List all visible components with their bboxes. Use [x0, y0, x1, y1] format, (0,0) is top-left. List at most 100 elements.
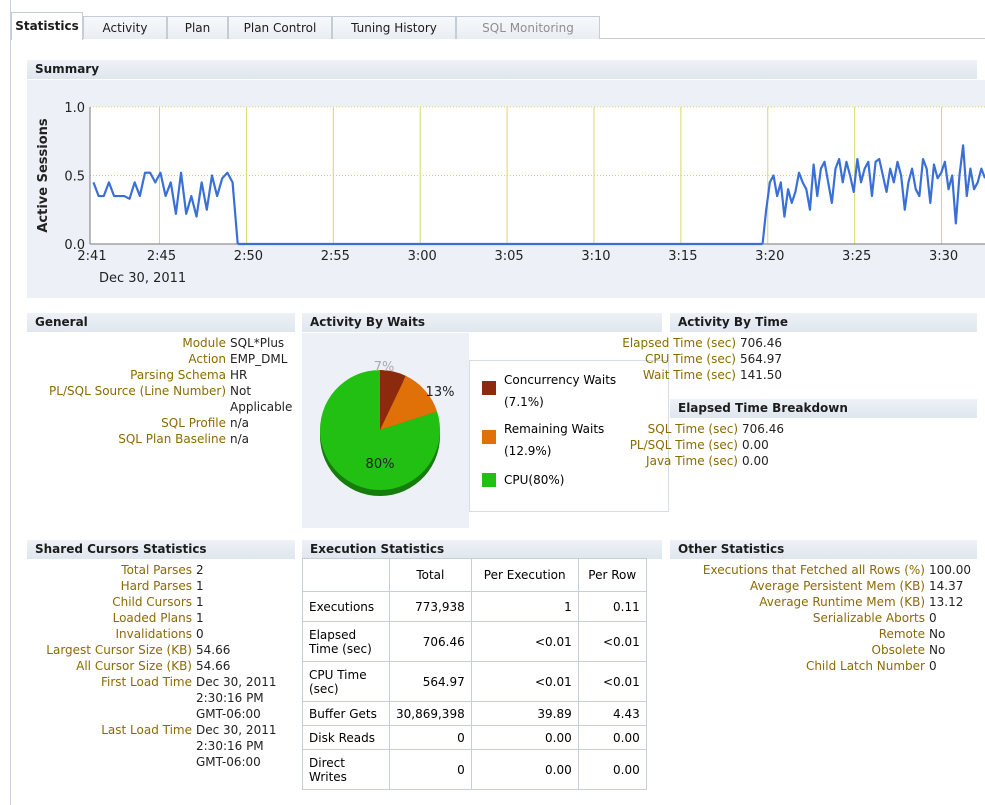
stat-label: Obsolete: [871, 643, 925, 657]
stat-value: 706.46: [740, 336, 782, 350]
stat-value: 54.66: [196, 659, 231, 673]
stat-value: 14.37: [929, 579, 964, 593]
table-row: Direct Writes 0 0.00 0.00: [302, 749, 647, 790]
by-time-header: Activity By Time: [670, 313, 977, 332]
legend-swatch: [482, 430, 496, 444]
stat-value: 706.46: [742, 422, 784, 436]
stat-value: 0: [929, 611, 937, 625]
stat-value: Not: [230, 384, 252, 398]
stat-value: Dec 30, 2011: [196, 723, 277, 737]
stat-value: 100.00: [929, 563, 971, 577]
stat-value: 1: [196, 611, 204, 625]
stat-value: 0.00: [742, 438, 769, 452]
stat-value: No: [929, 627, 946, 641]
stat-label: Executions that Fetched all Rows (%): [702, 563, 925, 577]
table-cell: 1: [470, 591, 579, 622]
pie-label: 80%: [366, 457, 395, 472]
tab-sql-monitoring: SQL Monitoring: [456, 16, 600, 39]
stat-value: 0: [929, 659, 937, 673]
tab-tuning-history[interactable]: Tuning History: [332, 16, 456, 39]
legend-pct: (7.1%): [504, 395, 544, 409]
stat-label: Java Time (sec): [646, 454, 738, 468]
table-cell: 0.00: [577, 749, 647, 790]
x-tick-label: 2:55: [321, 249, 350, 264]
table-cell: 0: [389, 725, 472, 750]
table-cell: <0.01: [470, 621, 579, 662]
table-row: Executions 773,938 1 0.11: [302, 591, 647, 622]
x-tick-label: 3:25: [842, 249, 871, 264]
table-cell: 4.43: [577, 701, 647, 726]
stat-label: Loaded Plans: [112, 611, 192, 625]
tab-bar: Statistics Activity Plan Plan Control Tu…: [11, 12, 985, 40]
stat-value: 0.00: [742, 454, 769, 468]
x-tick-label: 2:50: [234, 249, 263, 264]
stat-value: 141.50: [740, 368, 782, 382]
stat-value: Applicable: [230, 400, 293, 414]
summary-panel: 0.0 0.5 1.0 2:41 2:45 2:50 2:55 3:00 3:05 3:10 3:1…: [27, 80, 985, 298]
summary-header: Summary: [27, 60, 977, 79]
stat-value: GMT-06:00: [196, 755, 261, 769]
stat-label: First Load Time: [100, 675, 192, 689]
x-tick-label: 3:10: [581, 249, 610, 264]
pie-label: 7%: [374, 360, 395, 375]
tab-plan[interactable]: Plan: [167, 16, 228, 39]
table-cell: Elapsed Time (sec): [302, 621, 390, 662]
stat-value: 2: [196, 563, 204, 577]
x-tick-label: 3:05: [494, 249, 523, 264]
stat-label: Last Load Time: [101, 723, 192, 737]
table-cell: CPU Time (sec): [302, 661, 390, 702]
column-header: Per Execution: [470, 558, 579, 592]
stat-label: Action: [188, 352, 226, 366]
x-tick-label: 2:45: [147, 249, 176, 264]
table-cell: <0.01: [577, 661, 647, 702]
other-header: Other Statistics: [670, 540, 977, 559]
active-sessions-chart: 0.00.51.02:41 2:45 2:50 2:55 3:00 3:05 3:10 3:1…: [36, 101, 985, 286]
table-row: Disk Reads 0 0.00 0.00: [302, 725, 647, 750]
frame-border: [10, 0, 11, 805]
breakdown-header: Elapsed Time Breakdown: [670, 399, 977, 418]
stat-label: Child Cursors: [112, 595, 192, 609]
stat-value: n/a: [230, 416, 250, 430]
legend-swatch: [482, 381, 496, 395]
stat-value: 2:30:16 PM: [196, 691, 264, 705]
table-cell: 0.00: [470, 749, 579, 790]
stat-label: Serializable Aborts: [812, 611, 925, 625]
table-row: Buffer Gets 30,869,398 39.89 4.43: [302, 701, 647, 726]
legend-label: CPU(80%): [504, 473, 565, 487]
stat-label: PL/SQL Source (Line Number): [49, 384, 226, 398]
legend-item: CPU(80%): [482, 469, 667, 491]
column-header: Total: [389, 558, 472, 592]
x-tick-label: 3:30: [929, 249, 958, 264]
tab-statistics[interactable]: Statistics: [11, 12, 83, 40]
legend-item: Concurrency Waits (7.1%): [482, 369, 667, 413]
stat-label: Average Runtime Mem (KB): [759, 595, 925, 609]
stat-value: 13.12: [929, 595, 964, 609]
stat-label: Wait Time (sec): [642, 368, 736, 382]
table-cell: 564.97: [389, 661, 472, 702]
tab-plan-control[interactable]: Plan Control: [228, 16, 332, 39]
stat-label: Remote: [878, 627, 925, 641]
table-cell: 0.11: [577, 591, 647, 622]
table-cell: 0.00: [577, 725, 647, 750]
stat-label: Invalidations: [115, 627, 192, 641]
stat-label: Child Latch Number: [805, 659, 925, 673]
tab-activity[interactable]: Activity: [83, 16, 167, 39]
table-cell: Buffer Gets: [302, 701, 390, 726]
stat-label: Module: [182, 336, 226, 350]
table-cell: 30,869,398: [389, 701, 472, 726]
column-header: [302, 558, 390, 592]
table-cell: <0.01: [470, 661, 579, 702]
x-tick-label: 3:00: [408, 249, 437, 264]
stat-label: All Cursor Size (KB): [76, 659, 192, 673]
table-row: Elapsed Time (sec) 706.46 <0.01 <0.01: [302, 621, 647, 662]
x-tick-label: 3:15: [668, 249, 697, 264]
table-cell: 706.46: [389, 621, 472, 662]
stat-value: 1: [196, 579, 204, 593]
waits-header: Activity By Waits: [302, 313, 662, 332]
table-cell: Direct Writes: [302, 749, 390, 790]
stat-label: Total Parses: [121, 563, 192, 577]
x-axis-date: Dec 30, 2011: [99, 271, 186, 286]
y-axis-label: Active Sessions: [36, 118, 51, 233]
stat-value: 2:30:16 PM: [196, 739, 264, 753]
stat-value: SQL*Plus: [230, 336, 285, 350]
